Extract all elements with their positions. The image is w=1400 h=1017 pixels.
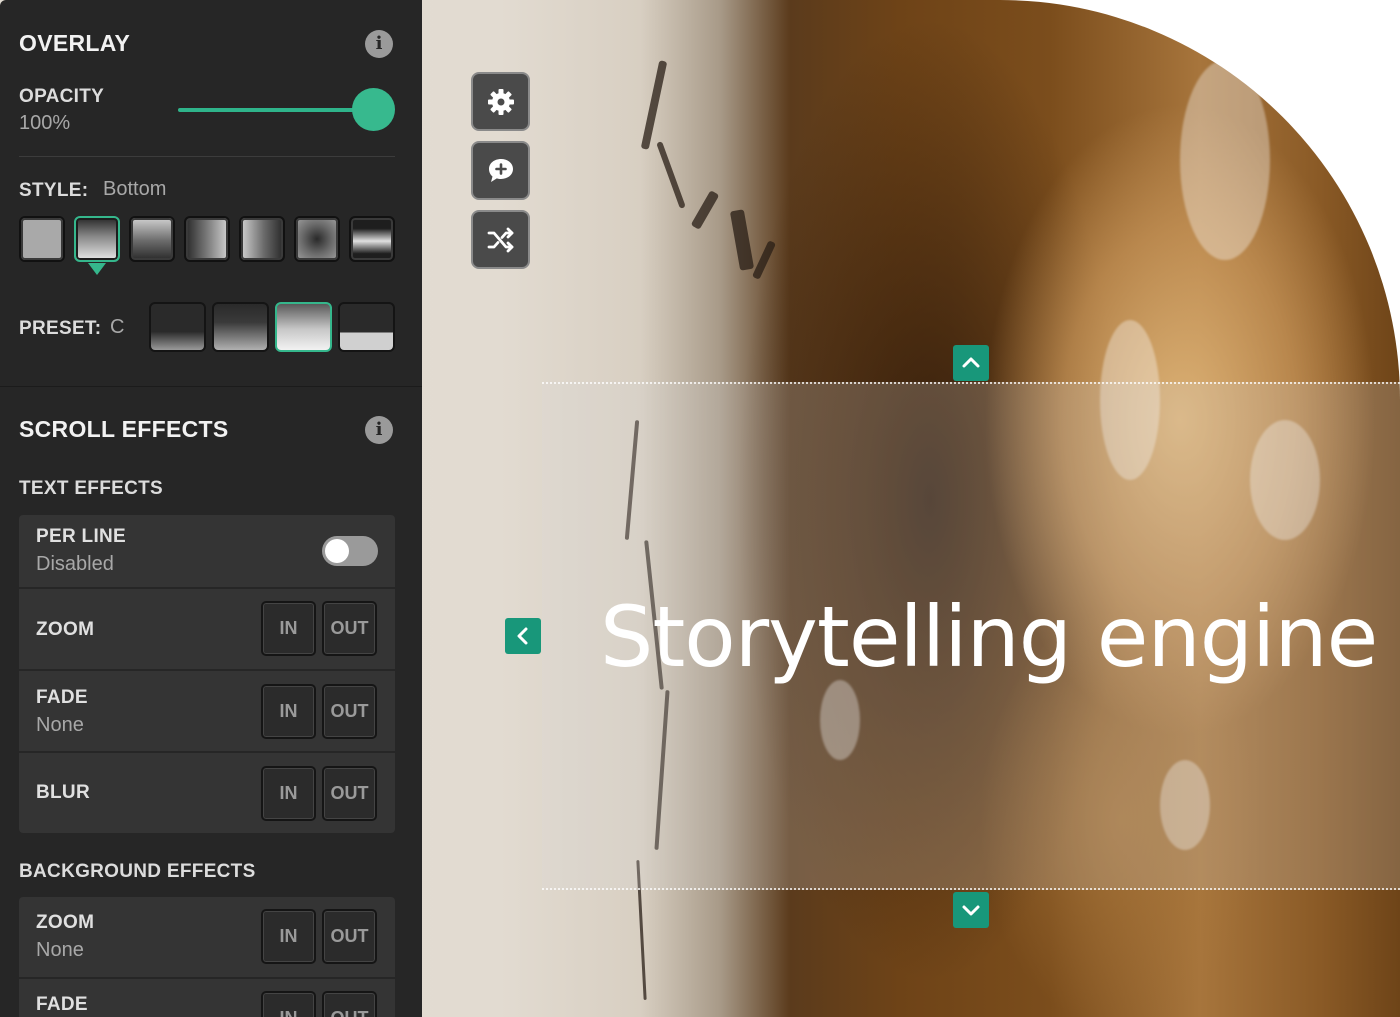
preset-a[interactable]	[149, 302, 206, 352]
text-effects-list: PER LINE Disabled ZOOM IN OUT FADE None …	[19, 515, 395, 833]
text-blur-out-button[interactable]: OUT	[322, 766, 377, 821]
per-line-label: PER LINE	[36, 526, 127, 547]
per-line-row: PER LINE Disabled	[19, 515, 395, 589]
style-swatch-full[interactable]	[19, 216, 65, 262]
overlay-title: OVERLAY	[19, 30, 131, 56]
bg-zoom-value: None	[36, 939, 84, 961]
opacity-label: OPACITY	[19, 86, 105, 107]
style-swatch-bottom[interactable]	[74, 216, 120, 262]
move-left-handle[interactable]	[505, 618, 541, 654]
style-value: Bottom	[103, 178, 167, 200]
per-line-value: Disabled	[36, 553, 114, 575]
text-fade-in-button[interactable]: IN	[261, 684, 316, 739]
opacity-value: 100%	[19, 112, 71, 134]
text-blur-row: BLUR IN OUT	[19, 753, 395, 833]
scroll-effects-title: SCROLL EFFECTS	[19, 416, 229, 442]
opacity-slider-track[interactable]	[178, 108, 378, 112]
scroll-effects-info-icon[interactable]: i	[365, 416, 393, 444]
selected-style-pointer-icon	[88, 263, 106, 275]
style-swatch-left[interactable]	[239, 216, 285, 262]
divider	[19, 156, 395, 157]
background-effects-list: ZOOM None IN OUT FADE IN OUT	[19, 897, 395, 1017]
text-fade-label: FADE	[36, 687, 88, 708]
bg-fade-row: FADE IN OUT	[19, 979, 395, 1017]
text-fade-row: FADE None IN OUT	[19, 671, 395, 753]
move-down-handle[interactable]	[953, 892, 989, 928]
style-label: STYLE:	[19, 180, 89, 201]
overlay-info-icon[interactable]: i	[365, 30, 393, 58]
settings-button[interactable]	[471, 72, 530, 131]
text-zoom-out-button[interactable]: OUT	[322, 601, 377, 656]
settings-panel: OVERLAY i OPACITY 100% STYLE: Bottom PRE…	[0, 0, 422, 1017]
bg-zoom-label: ZOOM	[36, 912, 95, 933]
preset-label: PRESET:	[19, 318, 102, 339]
background-effects-heading: BACKGROUND EFFECTS	[19, 861, 256, 882]
style-swatch-right[interactable]	[184, 216, 230, 262]
style-swatch-vignette[interactable]	[294, 216, 340, 262]
text-blur-in-button[interactable]: IN	[261, 766, 316, 821]
opacity-slider-thumb[interactable]	[352, 88, 395, 131]
text-effects-heading: TEXT EFFECTS	[19, 478, 163, 499]
bg-zoom-row: ZOOM None IN OUT	[19, 897, 395, 979]
section-divider	[0, 386, 422, 387]
bg-fade-out-button[interactable]: OUT	[322, 991, 377, 1017]
text-zoom-label: ZOOM	[36, 619, 95, 640]
bg-fade-in-button[interactable]: IN	[261, 991, 316, 1017]
style-swatch-top[interactable]	[129, 216, 175, 262]
preset-c[interactable]	[275, 302, 332, 352]
text-zoom-in-button[interactable]: IN	[261, 601, 316, 656]
bg-zoom-out-button[interactable]: OUT	[322, 909, 377, 964]
preset-b[interactable]	[212, 302, 269, 352]
headline-text[interactable]: Storytelling engine	[600, 588, 1378, 686]
move-up-handle[interactable]	[953, 345, 989, 381]
text-blur-label: BLUR	[36, 782, 90, 803]
toggle-knob	[325, 539, 349, 563]
preset-d[interactable]	[338, 302, 395, 352]
shuffle-button[interactable]	[471, 210, 530, 269]
style-swatch-band[interactable]	[349, 216, 395, 262]
text-zoom-row: ZOOM IN OUT	[19, 589, 395, 671]
text-fade-value: None	[36, 714, 84, 736]
preset-value: C	[110, 316, 125, 338]
add-comment-button[interactable]	[471, 141, 530, 200]
per-line-toggle[interactable]	[322, 536, 378, 566]
bg-zoom-in-button[interactable]: IN	[261, 909, 316, 964]
bg-fade-label: FADE	[36, 994, 88, 1015]
text-fade-out-button[interactable]: OUT	[322, 684, 377, 739]
